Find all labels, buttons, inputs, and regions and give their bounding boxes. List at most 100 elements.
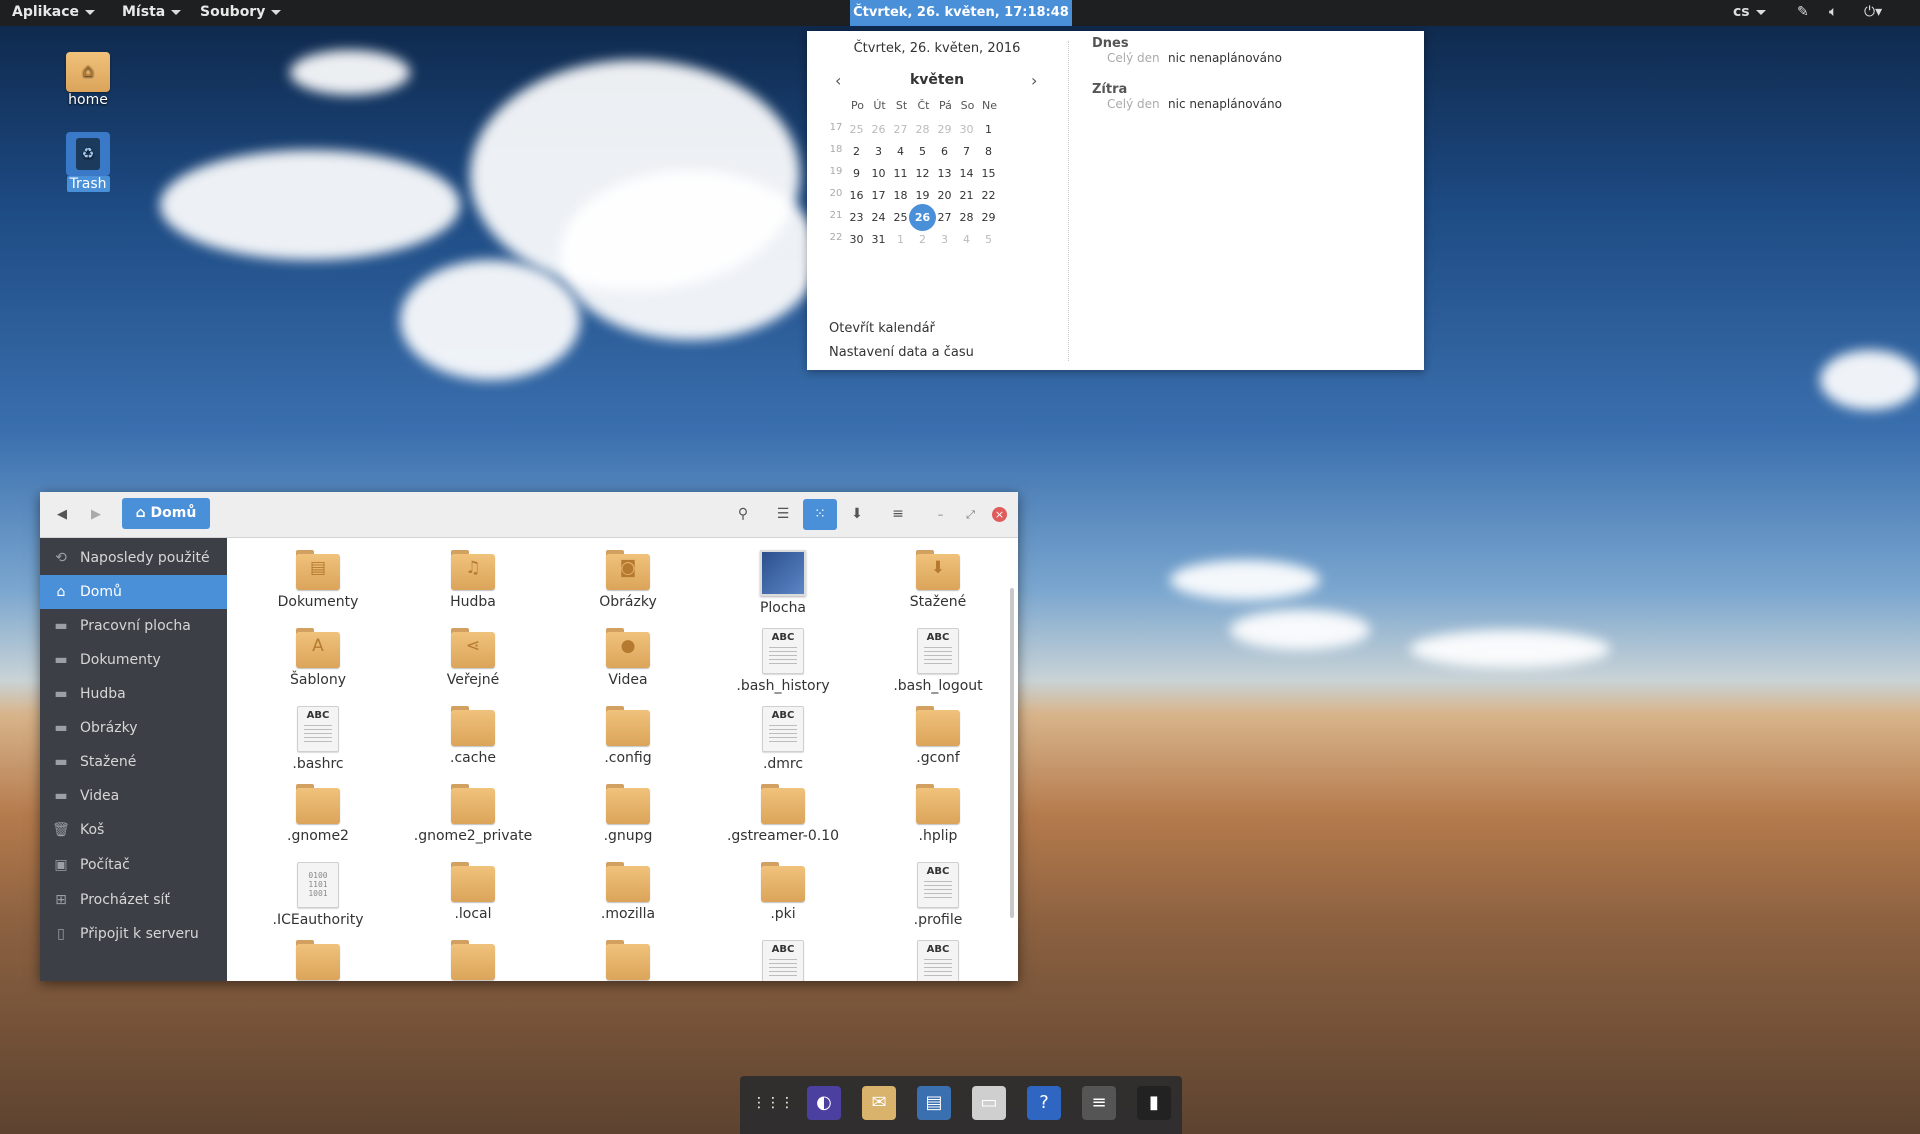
file-item[interactable]: Plocha — [708, 550, 858, 616]
sidebar-item-label: Dokumenty — [80, 652, 161, 668]
events-today-heading: Dnes — [1092, 36, 1129, 51]
cloud — [1230, 610, 1370, 650]
settings-icon[interactable]: ≡ — [1082, 1086, 1116, 1120]
file-item[interactable] — [398, 940, 548, 981]
file-item[interactable]: ◙ Obrázky — [553, 550, 703, 610]
file-item[interactable]: ABC .bashrc — [243, 706, 393, 772]
menu-files[interactable]: Soubory — [200, 4, 282, 20]
web-browser-icon[interactable]: ◐ — [807, 1086, 841, 1120]
file-item[interactable]: .gnupg — [553, 784, 703, 844]
file-name: Hudba — [450, 594, 496, 610]
file-item[interactable] — [553, 940, 703, 981]
file-item[interactable]: .local — [398, 862, 548, 922]
power-icon[interactable]: ⏻︎▾ — [1864, 4, 1882, 20]
file-name: .local — [454, 906, 492, 922]
menu-button[interactable]: ≡ — [881, 499, 915, 530]
accessibility-icon[interactable]: ✎ — [1797, 4, 1809, 20]
previous-month-button[interactable]: ‹ — [835, 71, 841, 90]
text-file-icon: ABC — [762, 628, 804, 674]
file-item[interactable] — [243, 940, 393, 981]
file-item[interactable]: ABC .bash_history — [708, 628, 858, 694]
sidebar-item-label: Hudba — [80, 686, 126, 702]
files-icon[interactable]: ▭ — [972, 1086, 1006, 1120]
sidebar-item[interactable]: ▯ Připojit k serveru — [40, 917, 227, 951]
sidebar-item[interactable]: ▬ Dokumenty — [40, 643, 227, 677]
file-item[interactable]: ♫ Hudba — [398, 550, 548, 610]
file-item[interactable]: .mozilla — [553, 862, 703, 922]
text-editor-icon[interactable]: ▤ — [917, 1086, 951, 1120]
folder-icon — [451, 940, 495, 980]
sidebar-item[interactable]: ▬ Stažené — [40, 745, 227, 779]
desktop-icon-home[interactable]: ⌂ home — [48, 52, 128, 108]
list-view-button[interactable]: ☰ — [766, 499, 800, 530]
file-item[interactable]: .gstreamer-0.10 — [708, 784, 858, 844]
mail-icon[interactable]: ✉ — [862, 1086, 896, 1120]
file-item[interactable]: ABC — [708, 940, 858, 981]
sidebar-item[interactable]: ▬ Videa — [40, 779, 227, 813]
folder-icon — [451, 706, 495, 746]
file-item[interactable]: A Šablony — [243, 628, 393, 688]
file-name: .gnome2_private — [413, 828, 533, 844]
dock: ⋮⋮⋮ ◐ ✉ ▤ ▭? ≡ ▮ — [740, 1076, 1182, 1134]
close-button[interactable]: × — [992, 507, 1007, 522]
sidebar-item[interactable]: ⊞ Procházet síť — [40, 883, 227, 917]
grid-view-button[interactable]: ⁙ — [803, 499, 837, 530]
file-item[interactable]: .cache — [398, 706, 548, 766]
menu-applications[interactable]: Aplikace — [12, 4, 96, 20]
sidebar-item[interactable]: ▣ Počítač — [40, 848, 227, 882]
file-item[interactable]: ⋖ Veřejné — [398, 628, 548, 688]
search-button[interactable]: ⚲ — [726, 499, 760, 530]
calendar-month: květen — [909, 72, 965, 88]
help-icon[interactable]: ? — [1027, 1086, 1061, 1120]
file-item[interactable]: ABC .bash_logout — [863, 628, 1013, 694]
breadcrumb[interactable]: ⌂ Domů — [122, 498, 210, 529]
sidebar-item-label: Pracovní plocha — [80, 618, 191, 634]
sidebar-item[interactable]: 🗑︎ Koš — [40, 813, 227, 847]
file-item[interactable]: ABC .profile — [863, 862, 1013, 928]
file-item[interactable]: ABC .dmrc — [708, 706, 858, 772]
file-item[interactable]: .config — [553, 706, 703, 766]
file-item[interactable]: ▤ Dokumenty — [243, 550, 393, 610]
sidebar-item[interactable]: ▬ Pracovní plocha — [40, 609, 227, 643]
volume-icon[interactable]: 🔈︎ — [1829, 4, 1837, 20]
header-bar: ◀ ▶ ⌂ Domů ⚲ ☰ ⁙ ⬇ ≡ – ⤢ × — [40, 492, 1018, 538]
desktop-icon-trash[interactable]: ♻ Trash — [48, 132, 128, 192]
minimize-button[interactable]: – — [933, 507, 948, 522]
file-item[interactable]: ABC — [863, 940, 1013, 981]
sidebar-item[interactable]: ▬ Obrázky — [40, 711, 227, 745]
file-item[interactable]: .gconf — [863, 706, 1013, 766]
maximize-button[interactable]: ⤢ — [963, 507, 978, 522]
clock[interactable]: Čtvrtek, 26. květen, 17:18:48 — [850, 0, 1072, 26]
text-file-icon: ABC — [762, 706, 804, 752]
folder-icon — [451, 862, 495, 902]
file-item[interactable]: .gnome2 — [243, 784, 393, 844]
file-name: .ICEauthority — [272, 912, 364, 928]
home-icon: ⌂ — [135, 505, 146, 521]
terminal-icon[interactable]: ▮ — [1137, 1086, 1171, 1120]
chevron-down-icon — [1755, 9, 1766, 15]
forward-button[interactable]: ▶ — [84, 492, 108, 537]
calendar-day[interactable]: 5 — [975, 226, 1002, 253]
file-item[interactable]: .hplip — [863, 784, 1013, 844]
open-calendar-link[interactable]: Otevřít kalendář — [829, 321, 935, 336]
event-text: nic nenaplánováno — [1168, 97, 1282, 111]
sidebar-item[interactable]: ▬ Hudba — [40, 677, 227, 711]
date-time-settings-link[interactable]: Nastavení data a času — [829, 345, 974, 360]
binary-file-icon: 0100 1101 1001 — [297, 862, 339, 908]
file-item[interactable]: ● Videa — [553, 628, 703, 688]
sidebar-item[interactable]: ⟲ Naposledy použité — [40, 541, 227, 575]
file-item[interactable]: ⬇ Stažené — [863, 550, 1013, 610]
file-item[interactable]: .pki — [708, 862, 858, 922]
keyboard-layout[interactable]: cs — [1733, 4, 1766, 20]
menu-places[interactable]: Místa — [122, 4, 182, 20]
sort-button[interactable]: ⬇ — [840, 499, 874, 530]
file-item[interactable]: 0100 1101 1001 .ICEauthority — [243, 862, 393, 928]
back-button[interactable]: ◀ — [50, 492, 74, 537]
app-grid-icon[interactable]: ⋮⋮⋮ — [752, 1086, 794, 1120]
next-month-button[interactable]: › — [1031, 71, 1037, 90]
sidebar-item-label: Počítač — [80, 857, 130, 873]
sidebar-item[interactable]: ⌂ Domů — [40, 575, 227, 609]
file-name: .config — [604, 750, 652, 766]
file-item[interactable]: .gnome2_private — [398, 784, 548, 844]
events-tomorrow-heading: Zítra — [1092, 82, 1128, 97]
